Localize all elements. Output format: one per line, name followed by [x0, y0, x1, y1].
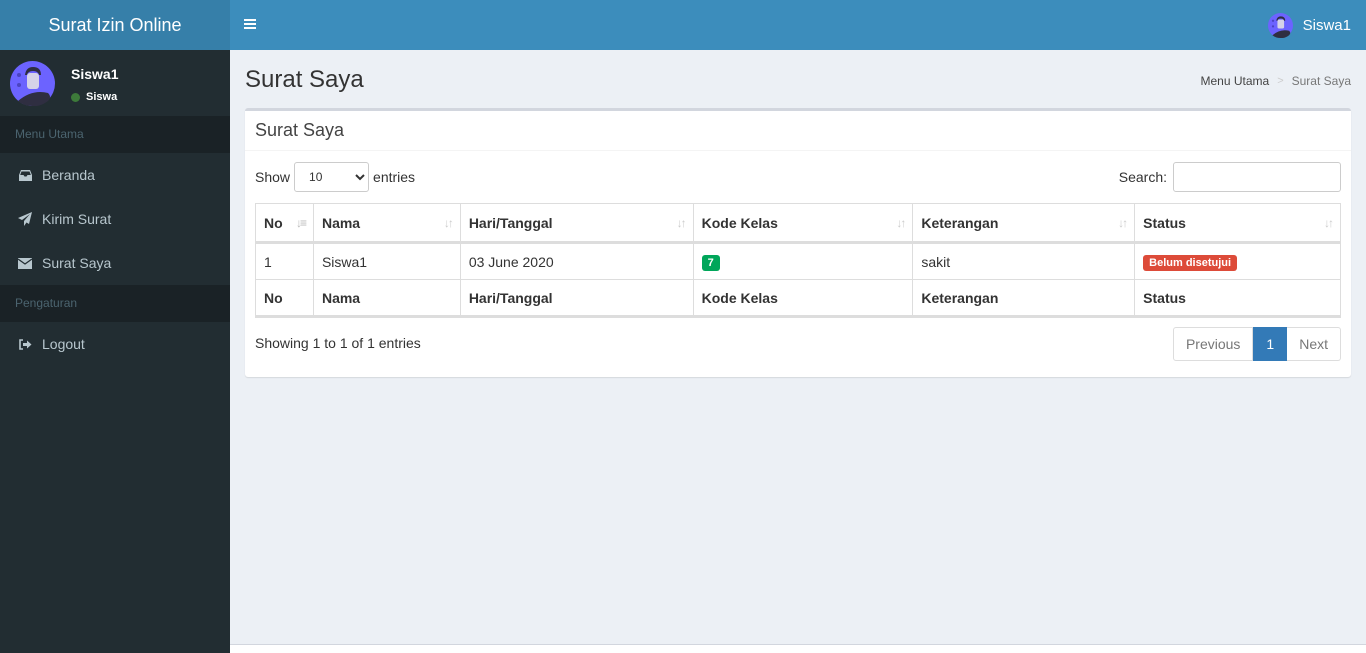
sidebar-item-kirim-surat[interactable]: Kirim Surat [0, 197, 230, 241]
breadcrumb: Menu Utama > Surat Saya [1200, 74, 1351, 88]
footer-tanggal: Hari/Tanggal [459, 279, 694, 318]
cell-tanggal: 03 June 2020 [459, 242, 694, 280]
user-role-label: Siswa [86, 91, 118, 103]
cell-status: Belum disetujui [1134, 242, 1341, 280]
page-1-button[interactable]: 1 [1253, 327, 1288, 361]
user-avatar-icon [10, 61, 55, 106]
sort-icon: ↓↑ [676, 216, 687, 230]
entries-label: entries [373, 169, 416, 185]
sort-ascending-icon: ↓≡ [295, 216, 307, 230]
cell-keterangan: sakit [912, 242, 1136, 280]
sidebar: Siswa1 Siswa Menu Utama Beranda Kirim Su… [0, 50, 230, 653]
next-page-button[interactable]: Next [1287, 327, 1341, 361]
sign-out-icon [18, 337, 32, 351]
footer [230, 644, 1366, 653]
footer-nama: Nama [312, 279, 461, 318]
breadcrumb-separator-icon: > [1277, 75, 1284, 87]
table-footer-row: No Nama Hari/Tanggal Kode Kelas Keterang… [255, 279, 1341, 318]
footer-status: Status [1134, 279, 1341, 318]
breadcrumb-current: Surat Saya [1291, 74, 1351, 88]
entries-length-select[interactable]: 10 [294, 162, 370, 192]
cell-no: 1 [255, 242, 314, 280]
box-header: Surat Saya [245, 111, 1351, 151]
inbox-icon [18, 168, 32, 182]
table-info: Showing 1 to 1 of 1 entries [255, 335, 421, 351]
column-label: Hari/Tanggal [468, 214, 553, 231]
kode-kelas-badge: 7 [701, 254, 720, 271]
search-input[interactable] [1173, 162, 1341, 192]
column-label: Status [1143, 214, 1186, 231]
sidebar-item-label: Logout [42, 336, 85, 352]
user-panel: Siswa1 Siswa [0, 50, 230, 116]
sort-icon: ↓↑ [896, 216, 906, 230]
column-header-status[interactable]: Status ↓↑ [1134, 203, 1341, 244]
column-label: Kode Kelas [701, 214, 778, 231]
surat-table: No ↓≡ Nama ↓↑ Hari/Tanggal ↓↑ Kode Kelas ↓↑ … [255, 203, 1341, 318]
sort-icon: ↓↑ [1118, 216, 1128, 230]
app-logo[interactable]: Surat Izin Online [0, 0, 230, 50]
entries-length-control: Show 10 entries [255, 162, 415, 192]
column-label: No [264, 214, 283, 231]
sidebar-header-menu-utama: Menu Utama [0, 116, 230, 153]
content-header: Surat Saya Menu Utama > Surat Saya [230, 50, 1366, 108]
sidebar-item-label: Kirim Surat [42, 211, 112, 227]
hamburger-icon [244, 19, 256, 21]
column-header-nama[interactable]: Nama ↓↑ [312, 203, 461, 244]
footer-keterangan: Keterangan [912, 279, 1136, 318]
table-row: 1 Siswa1 03 June 2020 7 sakit Belum dise… [255, 242, 1341, 280]
column-header-no[interactable]: No ↓≡ [255, 203, 314, 244]
pagination: Previous 1 Next [1172, 327, 1341, 361]
user-avatar-icon [1268, 13, 1293, 38]
envelope-icon [18, 256, 32, 270]
footer-no: No [255, 279, 314, 318]
user-menu-name: Siswa1 [1302, 16, 1351, 34]
hamburger-icon-line [244, 27, 256, 29]
show-label: Show [255, 169, 291, 185]
user-panel-name: Siswa1 [71, 66, 119, 82]
cell-nama: Siswa1 [312, 242, 461, 280]
column-label: Keterangan [921, 214, 999, 231]
user-menu[interactable]: Siswa1 [1268, 0, 1351, 50]
search-label: Search: [1118, 169, 1167, 185]
page-title: Surat Saya [245, 66, 364, 93]
status-badge: Belum disetujui [1143, 254, 1238, 271]
sidebar-item-surat-saya[interactable]: Surat Saya [0, 241, 230, 285]
sidebar-item-logout[interactable]: Logout [0, 322, 230, 366]
column-header-tanggal[interactable]: Hari/Tanggal ↓↑ [459, 203, 694, 244]
footer-kode-kelas: Kode Kelas [692, 279, 914, 318]
hamburger-icon-line [244, 23, 256, 25]
column-label: Nama [321, 214, 361, 231]
column-header-kode-kelas[interactable]: Kode Kelas ↓↑ [692, 203, 914, 244]
cell-kode-kelas: 7 [692, 242, 914, 280]
sort-icon: ↓↑ [443, 216, 454, 230]
previous-page-button[interactable]: Previous [1172, 327, 1254, 361]
online-status-icon [71, 92, 80, 102]
sort-icon: ↓↑ [1324, 216, 1334, 230]
table-header-row: No ↓≡ Nama ↓↑ Hari/Tanggal ↓↑ Kode Kelas ↓↑ … [255, 203, 1341, 244]
sidebar-item-beranda[interactable]: Beranda [0, 153, 230, 197]
surat-saya-box: Surat Saya Show 10 entries Search: No ↓≡ … [245, 108, 1351, 377]
sidebar-item-label: Beranda [42, 167, 95, 183]
top-navbar: Siswa1 [230, 0, 1366, 50]
sidebar-header-pengaturan: Pengaturan [0, 285, 230, 322]
box-title: Surat Saya [255, 120, 345, 140]
search-filter: Search: [1119, 162, 1341, 192]
user-panel-status: Siswa [71, 91, 117, 103]
sidebar-toggle-button[interactable] [244, 17, 258, 33]
column-header-keterangan[interactable]: Keterangan ↓↑ [912, 203, 1136, 244]
paper-plane-icon [18, 212, 32, 226]
breadcrumb-link-menu-utama[interactable]: Menu Utama [1200, 74, 1269, 88]
sidebar-item-label: Surat Saya [42, 255, 112, 271]
